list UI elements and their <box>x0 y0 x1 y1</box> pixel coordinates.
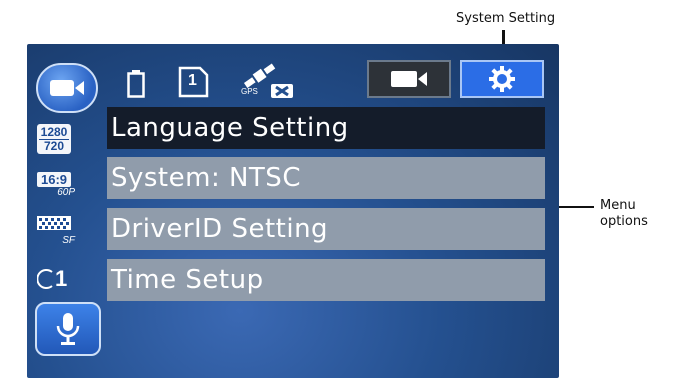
menu-item-language-setting[interactable]: Language Setting <box>107 107 545 149</box>
menu-item-system[interactable]: System: NTSC <box>107 157 545 199</box>
video-camera-icon <box>50 80 84 96</box>
menu-options-callout: Menu options <box>600 198 648 230</box>
gps-label: GPS <box>241 87 258 96</box>
aspect-ratio-badge[interactable]: 16:9 60P <box>37 172 75 200</box>
loop-value: 1 <box>55 266 68 291</box>
resolution-badge[interactable]: 1280 720 <box>37 124 71 154</box>
device-screen: 1 GPS 1280 720 16:9 60P SF 1 Language Se… <box>27 44 559 378</box>
menu-options-callout-line1: Menu <box>600 198 636 213</box>
menu-item-time-setup[interactable]: Time Setup <box>107 259 545 301</box>
menu-options-callout-line2: options <box>600 214 648 229</box>
quality-badge[interactable]: SF <box>37 216 75 246</box>
video-camera-icon <box>391 71 427 87</box>
resolution-bottom: 720 <box>39 138 69 153</box>
menu-item-driverid-setting[interactable]: DriverID Setting <box>107 208 545 250</box>
sd-slot-number: 1 <box>188 72 197 89</box>
gear-icon <box>489 66 515 92</box>
mode-button[interactable] <box>36 63 98 113</box>
sd-card-icon: 1 <box>177 66 209 98</box>
frame-rate-value: 60P <box>57 187 75 198</box>
resolution-top: 1280 <box>40 124 68 139</box>
loop-recording-badge[interactable]: 1 <box>37 266 77 294</box>
quality-value: SF <box>62 235 75 246</box>
microphone-icon <box>56 313 80 345</box>
loop-icon <box>37 269 53 289</box>
tab-video[interactable] <box>367 60 451 98</box>
battery-icon <box>127 70 145 98</box>
aspect-ratio-value: 16:9 <box>37 172 71 187</box>
microphone-button[interactable] <box>35 302 101 356</box>
system-setting-callout: System Setting <box>456 11 556 26</box>
quality-grid-icon <box>37 216 71 230</box>
tab-system-setting[interactable] <box>460 60 544 98</box>
gps-satellite-icon: GPS <box>237 62 297 100</box>
